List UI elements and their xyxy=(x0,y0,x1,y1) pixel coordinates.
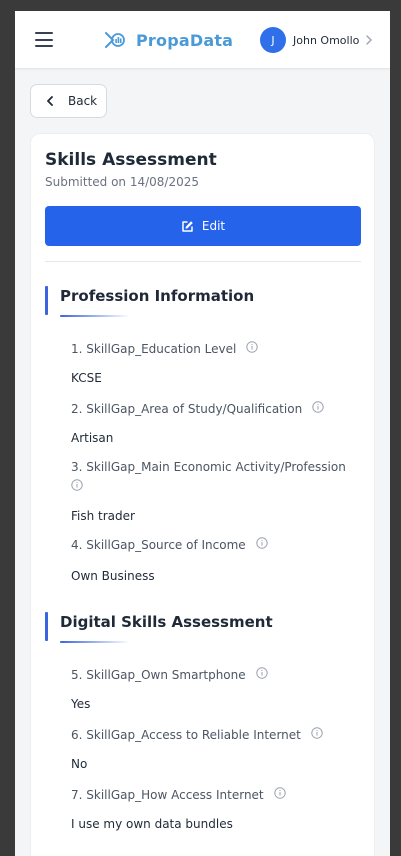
user-name: John Omollo xyxy=(293,33,360,47)
info-icon[interactable] xyxy=(246,341,259,353)
info-icon[interactable] xyxy=(311,727,323,739)
answer-value: Artisan xyxy=(71,431,114,445)
info-icon[interactable] xyxy=(312,401,324,413)
question-label: 7. SkillGap_How Access Internet xyxy=(71,787,346,804)
section-underline xyxy=(60,315,130,317)
section-accent-bar xyxy=(45,612,48,641)
answer-value: Yes xyxy=(71,697,91,711)
answer-value: No xyxy=(71,757,88,771)
chevron-right-icon xyxy=(366,35,373,45)
question-text: 3. SkillGap_Main Economic Activity/Profe… xyxy=(71,460,346,474)
page-title: Skills Assessment xyxy=(45,150,217,170)
question-text: 2. SkillGap_Area of Study/Qualification xyxy=(71,402,303,416)
edit-icon xyxy=(182,220,193,232)
submitted-date: Submitted on 14/08/2025 xyxy=(45,175,200,189)
info-icon[interactable] xyxy=(71,479,83,491)
edit-label: Edit xyxy=(201,219,226,233)
question-text: 6. SkillGap_Access to Reliable Internet xyxy=(71,728,301,742)
question-text: 1. SkillGap_Education Level xyxy=(71,342,237,356)
avatar: J xyxy=(260,27,286,53)
assessment-card: Skills Assessment Submitted on 14/08/202… xyxy=(30,133,375,856)
logo-icon xyxy=(105,32,125,48)
app-frame: PropaData J John Omollo Back Skills Asse… xyxy=(15,11,390,856)
question-text: 7. SkillGap_How Access Internet xyxy=(71,788,264,802)
question-label: 5. SkillGap_Own Smartphone xyxy=(71,667,346,684)
brand-logo[interactable]: PropaData xyxy=(104,29,233,51)
chevron-left-icon xyxy=(47,96,53,106)
edit-button[interactable]: Edit xyxy=(45,206,361,246)
section-accent-bar xyxy=(45,286,48,315)
top-navbar: PropaData J John Omollo xyxy=(15,11,390,69)
question-label: 6. SkillGap_Access to Reliable Internet xyxy=(71,727,346,744)
info-icon[interactable] xyxy=(255,537,268,549)
answer-value: Own Business xyxy=(71,569,155,583)
divider xyxy=(45,261,361,262)
section-underline xyxy=(60,641,130,643)
info-icon[interactable] xyxy=(273,787,286,799)
answer-value: I use my own data bundles xyxy=(71,817,233,831)
section-title: Profession Information xyxy=(60,287,255,305)
question-label: 1. SkillGap_Education Level xyxy=(71,341,346,358)
info-icon[interactable] xyxy=(255,667,268,679)
back-label: Back xyxy=(68,94,98,108)
question-text: 5. SkillGap_Own Smartphone xyxy=(71,668,246,682)
menu-icon[interactable] xyxy=(35,32,53,47)
back-button[interactable]: Back xyxy=(30,84,107,118)
answer-value: Fish trader xyxy=(71,509,135,523)
question-label: 4. SkillGap_Source of Income xyxy=(71,537,346,554)
brand-name: PropaData xyxy=(136,30,234,50)
user-menu[interactable]: J John Omollo xyxy=(260,27,373,53)
answer-value: KCSE xyxy=(71,371,102,385)
question-text: 4. SkillGap_Source of Income xyxy=(71,538,246,552)
question-label: 3. SkillGap_Main Economic Activity/Profe… xyxy=(71,459,346,493)
section-title: Digital Skills Assessment xyxy=(60,613,273,631)
question-label: 2. SkillGap_Area of Study/Qualification xyxy=(71,401,346,418)
